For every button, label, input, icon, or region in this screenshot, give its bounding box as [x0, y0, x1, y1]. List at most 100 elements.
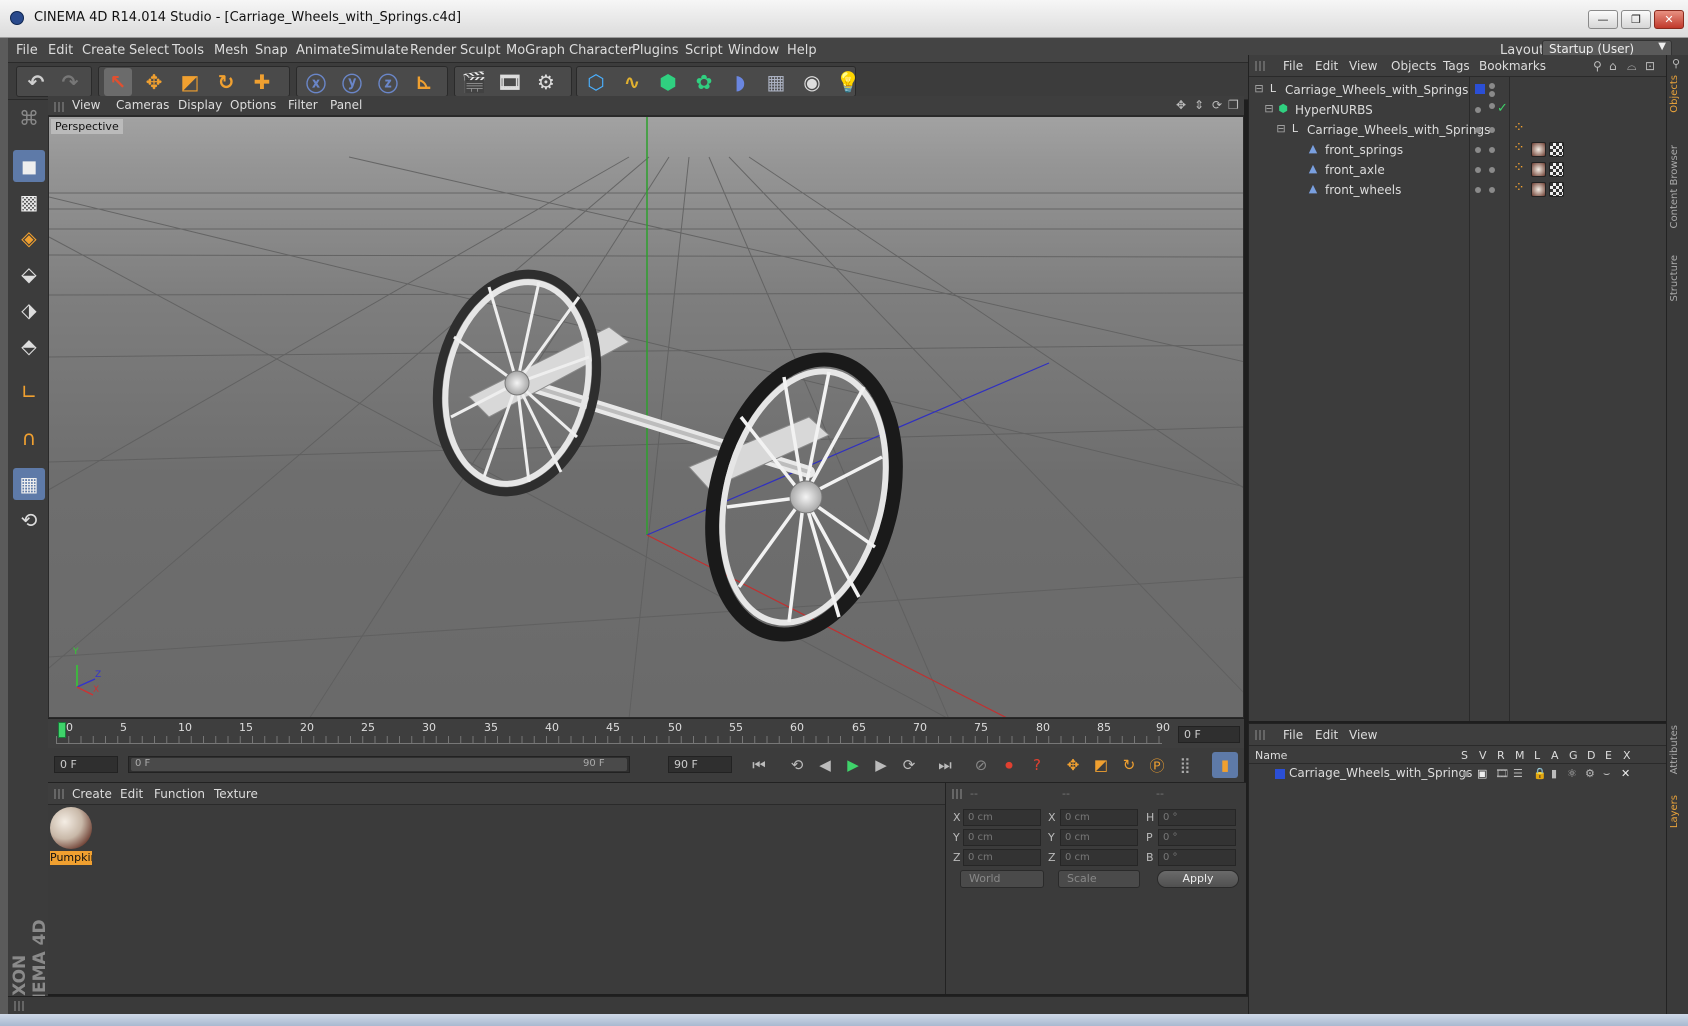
- layer-row[interactable]: Carriage_Wheels_with_Springs ▣ 🎞 ☰ 🔒 ▮ ⚛…: [1249, 765, 1667, 783]
- position-z-field[interactable]: 0 cm: [963, 849, 1041, 866]
- uvw-tag-icon[interactable]: [1549, 182, 1564, 197]
- move-icon[interactable]: ✥: [140, 68, 168, 96]
- material-menu-create[interactable]: Create: [72, 787, 112, 801]
- frame-range-handle[interactable]: [131, 758, 627, 771]
- next-key-icon[interactable]: ⟳: [896, 752, 922, 778]
- material-menu-function[interactable]: Function: [154, 787, 205, 801]
- viewport-menu-options[interactable]: Options: [230, 98, 276, 112]
- material-tag-icon[interactable]: [1531, 182, 1546, 197]
- menu-mograph[interactable]: MoGraph: [506, 43, 565, 58]
- go-to-start-icon[interactable]: ⏮: [746, 752, 772, 778]
- panel-grip[interactable]: [1255, 61, 1265, 71]
- apply-button[interactable]: Apply: [1157, 870, 1239, 888]
- nurbs-icon[interactable]: ⬢: [654, 68, 682, 96]
- layer-xref-icon[interactable]: ✕: [1621, 767, 1630, 780]
- render-visibility-dot[interactable]: [1489, 147, 1495, 153]
- record-active-objects-icon[interactable]: ⊘: [968, 752, 994, 778]
- column-locked[interactable]: L: [1534, 749, 1540, 762]
- go-to-end-icon[interactable]: ⏭: [932, 752, 958, 778]
- layer-color-swatch[interactable]: [1275, 769, 1285, 779]
- key-scale-icon[interactable]: ◩: [1088, 752, 1114, 778]
- current-frame-field[interactable]: 0 F: [1178, 726, 1240, 743]
- editor-visibility-dot[interactable]: [1475, 107, 1481, 113]
- recent-tool-icon[interactable]: ✚: [248, 68, 276, 96]
- size-z-field[interactable]: 0 cm: [1060, 849, 1138, 866]
- phong-tag-icon[interactable]: ⁘: [1513, 180, 1525, 196]
- object-row[interactable]: ⊟ L Carriage_Wheels_with_Springs: [1249, 80, 1667, 100]
- editor-visibility-dot[interactable]: [1475, 147, 1481, 153]
- position-x-field[interactable]: 0 cm: [963, 809, 1041, 826]
- object-menu-view[interactable]: View: [1349, 59, 1377, 73]
- column-render[interactable]: R: [1497, 749, 1505, 762]
- render-visibility-dot[interactable]: [1489, 91, 1495, 97]
- rotate-icon[interactable]: ↻: [212, 68, 240, 96]
- search-icon[interactable]: ⚲: [1593, 59, 1602, 73]
- menu-create[interactable]: Create: [82, 43, 125, 58]
- menu-render[interactable]: Render: [410, 43, 456, 58]
- tab-content-browser[interactable]: Content Browser: [1669, 145, 1680, 228]
- column-animation[interactable]: A: [1551, 749, 1559, 762]
- layer-deformers-icon[interactable]: ⚙: [1585, 767, 1595, 780]
- tab-objects[interactable]: Objects: [1669, 75, 1680, 113]
- object-menu-edit[interactable]: Edit: [1315, 59, 1338, 73]
- menu-sculpt[interactable]: Sculpt: [460, 43, 501, 58]
- texture-mode-icon[interactable]: ▩: [13, 186, 45, 218]
- object-row[interactable]: ▲ front_springs ⁘: [1249, 140, 1667, 160]
- minimize-button[interactable]: —: [1588, 10, 1618, 29]
- autokeying-icon[interactable]: ⏺: [996, 752, 1022, 778]
- next-frame-icon[interactable]: ▶: [868, 752, 894, 778]
- live-selection-icon[interactable]: ↖: [104, 68, 132, 96]
- object-menu-bookmarks[interactable]: Bookmarks: [1479, 59, 1546, 73]
- editor-visibility-dot[interactable]: [1475, 167, 1481, 173]
- make-editable-icon[interactable]: ⌘: [13, 102, 45, 134]
- collapse-icon[interactable]: ⊟: [1253, 83, 1265, 95]
- object-menu-tags[interactable]: Tags: [1443, 59, 1470, 73]
- viewport-menu-view[interactable]: View: [72, 98, 100, 112]
- start-frame-field[interactable]: 0 F: [54, 756, 118, 773]
- viewport-pan-icon[interactable]: ✥: [1176, 98, 1186, 112]
- rotation-b-field[interactable]: 0 °: [1158, 849, 1236, 866]
- tab-attributes[interactable]: Attributes: [1669, 725, 1680, 774]
- layer-menu-file[interactable]: File: [1283, 728, 1303, 742]
- key-parameter-icon[interactable]: Ⓟ: [1144, 752, 1170, 778]
- render-view-icon[interactable]: 🎬: [460, 68, 488, 96]
- uvw-tag-icon[interactable]: [1549, 142, 1564, 157]
- new-panel-icon[interactable]: ⊡: [1645, 59, 1655, 73]
- collapse-icon[interactable]: ⊟: [1263, 103, 1275, 115]
- viewport-zoom-icon[interactable]: ⇕: [1194, 98, 1204, 112]
- menu-window[interactable]: Window: [728, 43, 779, 58]
- object-row[interactable]: ⊟ L Carriage_Wheels_with_Springs ⁘: [1249, 120, 1667, 140]
- timeline-ruler[interactable]: 0 5 10 15 20 25 30 35 40 45 50 55 60 65 …: [48, 718, 1244, 748]
- polygons-mode-icon[interactable]: ⬘: [13, 330, 45, 362]
- menu-plugins[interactable]: Plugins: [632, 43, 679, 58]
- material-menu-texture[interactable]: Texture: [214, 787, 258, 801]
- perspective-viewport[interactable]: Perspective Y Z X: [48, 116, 1244, 718]
- end-frame-field[interactable]: 90 F: [668, 756, 732, 773]
- floor-icon[interactable]: ▦: [762, 68, 790, 96]
- workplane-lock-icon[interactable]: ▦: [13, 468, 45, 500]
- viewport-menu-panel[interactable]: Panel: [330, 98, 362, 112]
- edges-mode-icon[interactable]: ⬗: [13, 294, 45, 326]
- scale-icon[interactable]: ◩: [176, 68, 204, 96]
- camera-icon[interactable]: ◉: [798, 68, 826, 96]
- panel-grip[interactable]: [1255, 730, 1265, 740]
- layer-view-icon[interactable]: ▣: [1477, 767, 1487, 780]
- model-mode-icon[interactable]: ◼: [13, 150, 45, 182]
- close-button[interactable]: ✕: [1654, 10, 1684, 29]
- workplane-mode-icon[interactable]: ◈: [13, 222, 45, 254]
- z-axis-lock-icon[interactable]: ⓩ: [374, 68, 402, 96]
- render-picture-viewer-icon[interactable]: 🎞: [496, 68, 524, 96]
- render-visibility-dot[interactable]: [1489, 127, 1495, 133]
- column-xref[interactable]: X: [1623, 749, 1631, 762]
- layer-menu-view[interactable]: View: [1349, 728, 1377, 742]
- layer-solo-icon[interactable]: [1463, 771, 1469, 777]
- column-solo[interactable]: S: [1461, 749, 1468, 762]
- position-y-field[interactable]: 0 cm: [963, 829, 1041, 846]
- material-swatch[interactable]: Pumpkin: [50, 807, 92, 865]
- layer-manager-icon[interactable]: ☰: [1513, 767, 1523, 780]
- cube-object-icon[interactable]: ⬡: [582, 68, 610, 96]
- menu-mesh[interactable]: Mesh: [214, 43, 248, 58]
- snap-magnet-icon[interactable]: ∩: [13, 422, 45, 454]
- editor-visibility-dot[interactable]: [1489, 83, 1495, 89]
- play-icon[interactable]: ▶: [840, 752, 866, 778]
